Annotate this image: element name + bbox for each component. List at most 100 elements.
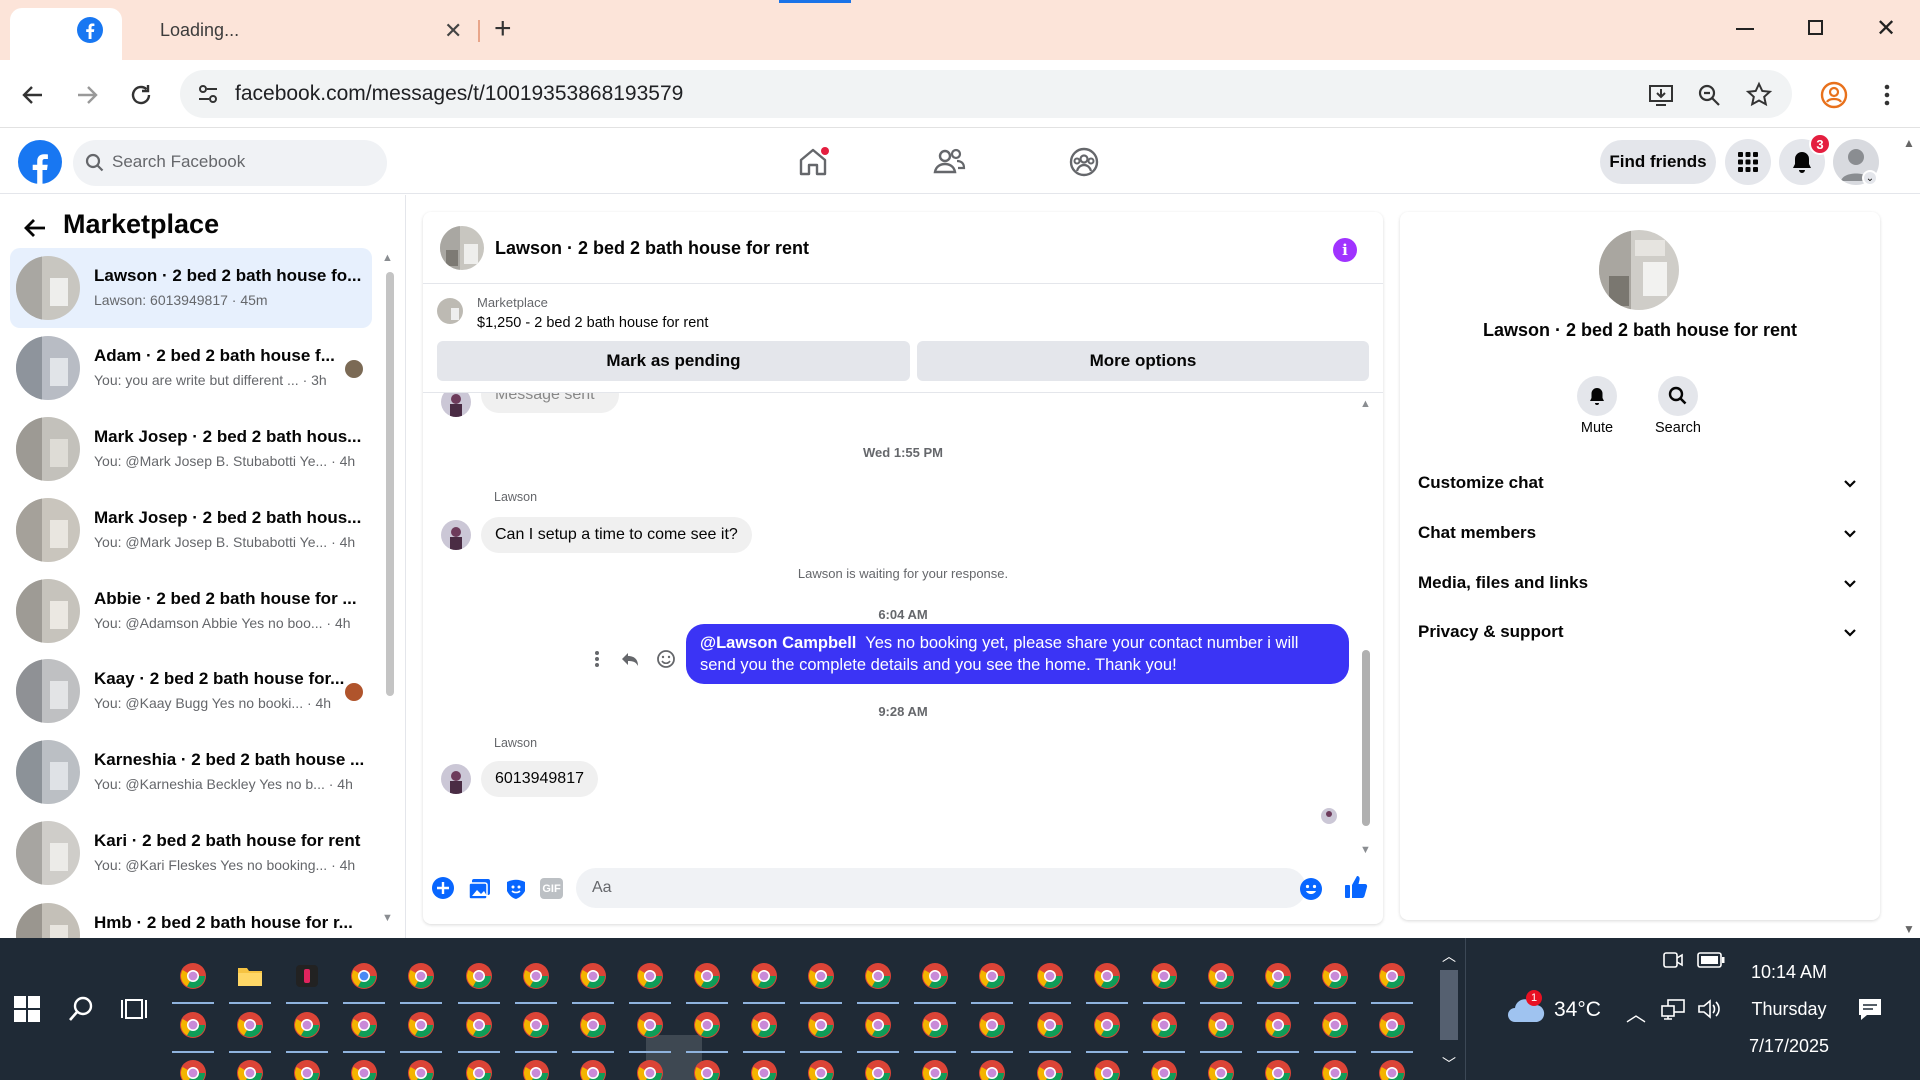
app-icon[interactable] bbox=[293, 962, 321, 990]
conversation-item[interactable]: Adam · 2 bed 2 bath house f... You: you a… bbox=[10, 328, 372, 408]
inbox-scrollbar[interactable]: ▲ ▼ bbox=[382, 252, 395, 924]
friends-icon[interactable] bbox=[932, 146, 966, 178]
sticker-icon[interactable] bbox=[504, 877, 528, 901]
accordion-customize-chat[interactable]: Customize chat bbox=[1418, 463, 1858, 503]
message-more-icon[interactable] bbox=[593, 649, 601, 669]
chrome-icon[interactable] bbox=[921, 1059, 949, 1080]
chrome-icon[interactable] bbox=[407, 1011, 435, 1039]
chrome-icon[interactable] bbox=[921, 1011, 949, 1039]
chrome-icon[interactable] bbox=[407, 1059, 435, 1080]
chrome-icon[interactable] bbox=[636, 1011, 664, 1039]
taskbar-scroll[interactable]: ︿ ﹀ bbox=[1438, 946, 1460, 1076]
like-thumb-icon[interactable] bbox=[1343, 874, 1369, 900]
network-icon[interactable] bbox=[1660, 998, 1686, 1020]
chrome-icon[interactable] bbox=[1378, 1059, 1406, 1080]
conversation-item[interactable]: Hmb · 2 bed 2 bath house for r... bbox=[10, 895, 372, 938]
search-placeholder[interactable]: Search Facebook bbox=[112, 152, 245, 172]
chrome-icon[interactable] bbox=[636, 1059, 664, 1080]
file-explorer-icon[interactable] bbox=[236, 962, 264, 990]
chrome-icon[interactable] bbox=[864, 962, 892, 990]
chrome-icon[interactable] bbox=[522, 1011, 550, 1039]
chrome-icon[interactable] bbox=[465, 962, 493, 990]
window-close-icon[interactable]: ✕ bbox=[1876, 14, 1896, 43]
bookmark-star-icon[interactable] bbox=[1745, 81, 1773, 109]
chrome-icon[interactable] bbox=[236, 1059, 264, 1080]
chrome-icon[interactable] bbox=[579, 1059, 607, 1080]
conversation-item[interactable]: Lawson · 2 bed 2 bath house fo... Lawson:… bbox=[10, 248, 372, 328]
page-scroll-up-icon[interactable]: ▲ bbox=[1903, 136, 1915, 150]
chrome-icon[interactable] bbox=[1264, 962, 1292, 990]
gif-icon[interactable]: GIF bbox=[540, 878, 563, 899]
conversation-item[interactable]: Abbie · 2 bed 2 bath house for ... You: @… bbox=[10, 571, 372, 651]
message-bubble-outgoing[interactable]: @Lawson Campbell Yes no booking yet, ple… bbox=[686, 624, 1349, 684]
accordion-media-files-links[interactable]: Media, files and links bbox=[1418, 563, 1858, 603]
chrome-icon[interactable] bbox=[465, 1059, 493, 1080]
back-arrow-icon[interactable] bbox=[22, 215, 48, 241]
chrome-icon[interactable] bbox=[750, 1059, 778, 1080]
message-input[interactable]: Aa bbox=[576, 868, 1306, 908]
sender-avatar[interactable] bbox=[441, 520, 471, 550]
chrome-icon[interactable] bbox=[407, 962, 435, 990]
conversation-item[interactable]: Mark Josep · 2 bed 2 bath hous... You: @M… bbox=[10, 409, 372, 489]
restore-icon[interactable] bbox=[1808, 20, 1823, 35]
message-bubble[interactable]: 6013949817 bbox=[481, 761, 598, 797]
chat-header-title[interactable]: Lawson · 2 bed 2 bath house for rent bbox=[495, 238, 809, 259]
chrome-icon[interactable] bbox=[1321, 1011, 1349, 1039]
chrome-icon[interactable] bbox=[350, 1059, 378, 1080]
page-scroll-down-icon[interactable]: ▼ bbox=[1903, 922, 1915, 936]
account-chevron-icon[interactable]: ⌄ bbox=[1862, 170, 1878, 186]
chrome-icon[interactable] bbox=[1036, 1011, 1064, 1039]
home-icon[interactable] bbox=[797, 146, 829, 178]
clock-time[interactable]: 10:14 AM bbox=[1745, 962, 1833, 983]
chrome-icon[interactable] bbox=[293, 1059, 321, 1080]
groups-icon[interactable] bbox=[1068, 146, 1100, 178]
browser-tab[interactable] bbox=[10, 8, 122, 60]
mute-button[interactable] bbox=[1577, 376, 1617, 416]
url-text[interactable]: facebook.com/messages/t/1001935386819357… bbox=[235, 82, 683, 106]
emoji-icon[interactable] bbox=[1299, 877, 1323, 901]
chrome-icon[interactable] bbox=[522, 1059, 550, 1080]
install-app-icon[interactable] bbox=[1648, 82, 1674, 108]
reply-icon[interactable] bbox=[620, 649, 640, 669]
chrome-icon[interactable] bbox=[1378, 962, 1406, 990]
chrome-icon[interactable] bbox=[693, 1059, 721, 1080]
chrome-icon[interactable] bbox=[465, 1011, 493, 1039]
chrome-icon[interactable] bbox=[179, 1059, 207, 1080]
chrome-icon[interactable] bbox=[579, 962, 607, 990]
chrome-icon[interactable] bbox=[1321, 962, 1349, 990]
chrome-icon[interactable] bbox=[1093, 1011, 1121, 1039]
search-in-chat-button[interactable] bbox=[1658, 376, 1698, 416]
accordion-privacy-support[interactable]: Privacy & support bbox=[1418, 612, 1858, 652]
chrome-icon[interactable] bbox=[1150, 1059, 1178, 1080]
weather-temp[interactable]: 34°C bbox=[1554, 998, 1601, 1022]
info-icon[interactable]: i bbox=[1333, 238, 1357, 262]
chrome-icon[interactable] bbox=[864, 1011, 892, 1039]
chrome-icon[interactable] bbox=[179, 1011, 207, 1039]
chrome-icon[interactable] bbox=[1036, 962, 1064, 990]
site-settings-icon[interactable] bbox=[196, 82, 220, 106]
meet-now-icon[interactable] bbox=[1662, 950, 1684, 970]
show-hidden-icons-icon[interactable]: ︿ bbox=[1626, 998, 1646, 1027]
chrome-icon[interactable] bbox=[1150, 962, 1178, 990]
back-icon[interactable] bbox=[20, 82, 46, 108]
chrome-icon[interactable] bbox=[1378, 1011, 1406, 1039]
conversation-item[interactable]: Kaay · 2 bed 2 bath house for... You: @Ka… bbox=[10, 651, 372, 731]
tab-close-icon[interactable]: ✕ bbox=[444, 18, 462, 44]
mention[interactable]: @Lawson Campbell bbox=[700, 634, 856, 652]
listing-detail[interactable]: $1,250 - 2 bed 2 bath house for rent bbox=[477, 315, 708, 331]
forward-icon[interactable] bbox=[74, 82, 100, 108]
more-options-button[interactable]: More options bbox=[917, 341, 1369, 381]
chrome-icon[interactable] bbox=[750, 962, 778, 990]
chrome-icon[interactable] bbox=[293, 1011, 321, 1039]
clock-date[interactable]: 7/17/2025 bbox=[1740, 1036, 1838, 1057]
chrome-icon[interactable] bbox=[921, 962, 949, 990]
chrome-icon[interactable] bbox=[579, 1011, 607, 1039]
chrome-icon[interactable] bbox=[978, 1059, 1006, 1080]
chrome-icon[interactable] bbox=[978, 1011, 1006, 1039]
chrome-icon[interactable] bbox=[978, 962, 1006, 990]
chrome-icon[interactable] bbox=[807, 1011, 835, 1039]
react-emoji-icon[interactable] bbox=[656, 649, 676, 669]
chrome-icon[interactable] bbox=[693, 962, 721, 990]
chrome-icon[interactable] bbox=[1321, 1059, 1349, 1080]
mark-as-pending-button[interactable]: Mark as pending bbox=[437, 341, 910, 381]
